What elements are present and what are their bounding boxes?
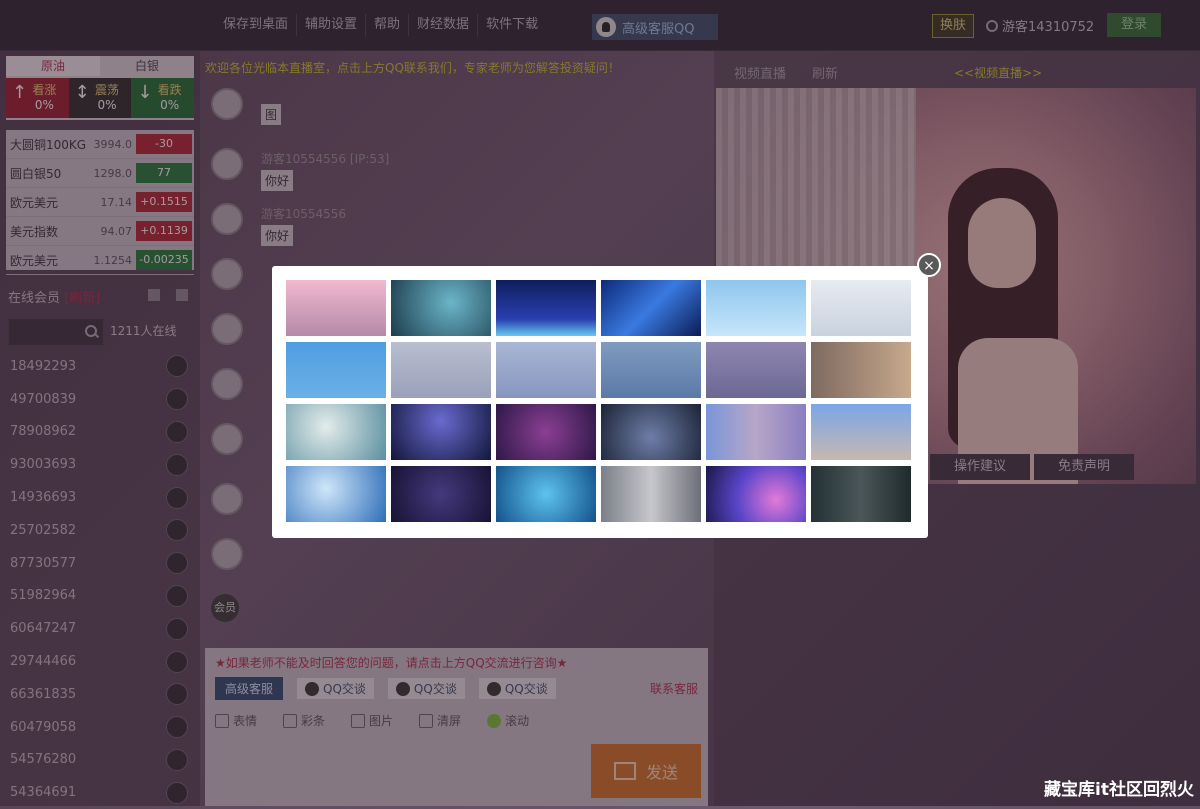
skin-thumbnail-grid xyxy=(286,280,911,522)
skin-thumbnail[interactable] xyxy=(601,404,701,460)
skin-thumbnail[interactable] xyxy=(706,342,806,398)
skin-thumbnail[interactable] xyxy=(391,342,491,398)
skin-thumbnail[interactable] xyxy=(601,280,701,336)
skin-thumbnail[interactable] xyxy=(286,342,386,398)
close-icon[interactable]: × xyxy=(917,253,941,277)
skin-thumbnail[interactable] xyxy=(391,404,491,460)
skin-thumbnail[interactable] xyxy=(496,342,596,398)
skin-thumbnail[interactable] xyxy=(391,280,491,336)
skin-thumbnail[interactable] xyxy=(811,466,911,522)
skin-thumbnail[interactable] xyxy=(496,280,596,336)
skin-thumbnail[interactable] xyxy=(286,466,386,522)
skin-thumbnail[interactable] xyxy=(601,466,701,522)
skin-thumbnail[interactable] xyxy=(496,466,596,522)
skin-thumbnail[interactable] xyxy=(496,404,596,460)
skin-thumbnail[interactable] xyxy=(706,466,806,522)
skin-thumbnail[interactable] xyxy=(286,404,386,460)
skin-thumbnail[interactable] xyxy=(811,280,911,336)
skin-thumbnail[interactable] xyxy=(811,404,911,460)
skin-picker-modal xyxy=(272,266,928,538)
skin-thumbnail[interactable] xyxy=(391,466,491,522)
skin-thumbnail[interactable] xyxy=(601,342,701,398)
skin-thumbnail[interactable] xyxy=(286,280,386,336)
skin-thumbnail[interactable] xyxy=(706,404,806,460)
skin-thumbnail[interactable] xyxy=(706,280,806,336)
skin-thumbnail[interactable] xyxy=(811,342,911,398)
watermark: 藏宝库it社区回烈火 xyxy=(1044,780,1194,800)
